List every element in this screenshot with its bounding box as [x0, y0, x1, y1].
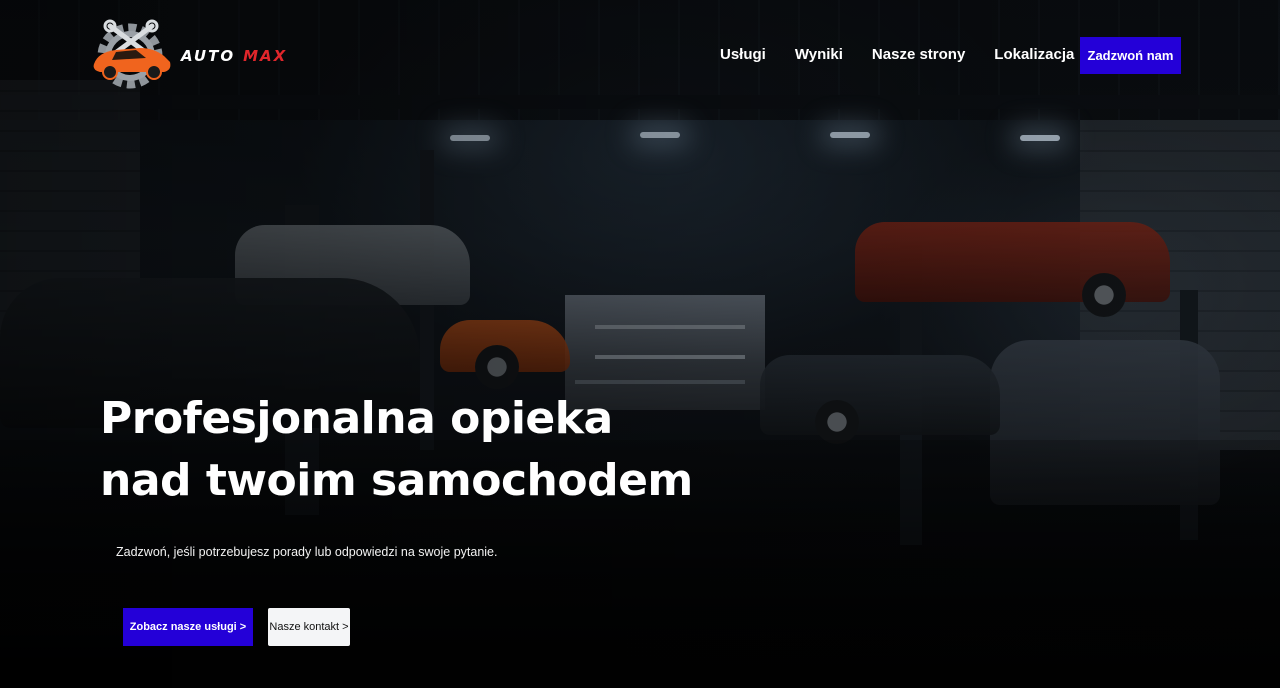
- gear-wrench-car-icon: [93, 19, 171, 89]
- hero-subtitle: Zadzwoń, jeśli potrzebujesz porady lub o…: [116, 545, 498, 559]
- hero-title: Profesjonalna opieka nad twoim samochode…: [100, 388, 800, 512]
- see-services-button[interactable]: Zobacz nasze usługi >: [123, 608, 253, 646]
- logo-text: AUTO MAX: [181, 47, 287, 65]
- hero-title-line-1: Profesjonalna opieka: [100, 393, 613, 444]
- nav-link-uslugi[interactable]: Usługi: [720, 46, 766, 63]
- hero-title-line-2: nad twoim samochodem: [100, 455, 693, 506]
- logo-word-auto: AUTO: [181, 47, 236, 65]
- our-contact-button[interactable]: Nasze kontakt >: [268, 608, 350, 646]
- nav-links: Usługi Wyniki Nasze strony Lokalizacja: [720, 46, 1074, 63]
- nav-link-lokalizacja[interactable]: Lokalizacja: [994, 46, 1074, 63]
- nav-link-nasze-strony[interactable]: Nasze strony: [872, 46, 965, 63]
- logo-word-max: MAX: [243, 47, 288, 65]
- nav-link-wyniki[interactable]: Wyniki: [795, 46, 843, 63]
- top-navigation: AUTO MAX Usługi Wyniki Nasze strony Lokal…: [0, 0, 1280, 110]
- auto-max-logo[interactable]: AUTO MAX: [88, 18, 318, 90]
- call-us-button[interactable]: Zadzwoń nam: [1080, 37, 1181, 74]
